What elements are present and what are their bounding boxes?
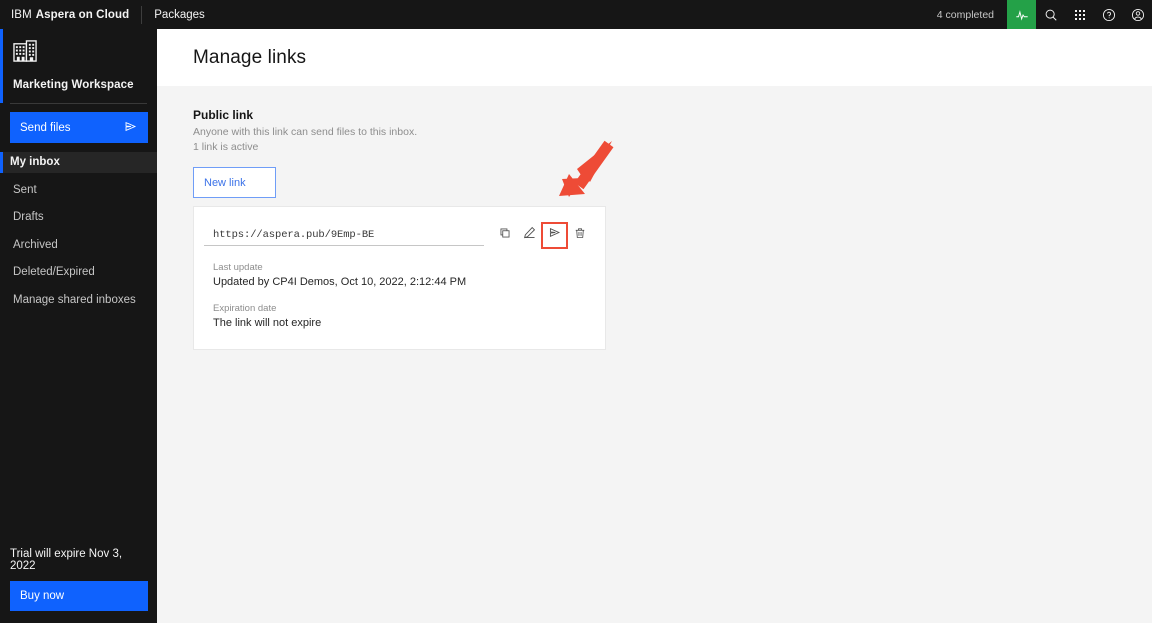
send-icon bbox=[548, 226, 561, 244]
delete-link-button[interactable] bbox=[567, 223, 592, 248]
sidebar-nav-list: My inbox Sent Drafts Archived Deleted/Ex… bbox=[0, 152, 157, 310]
section-description: Anyone with this link can send files to … bbox=[193, 126, 418, 138]
sidebar-item-label: Drafts bbox=[13, 211, 44, 224]
send-files-button[interactable]: Send files bbox=[10, 112, 148, 143]
edit-icon bbox=[523, 226, 536, 244]
help-button[interactable] bbox=[1094, 0, 1123, 29]
sidebar-item-label: Sent bbox=[13, 183, 37, 196]
sidebar-item-my-inbox[interactable]: My inbox bbox=[0, 152, 157, 173]
search-icon bbox=[1044, 8, 1058, 22]
buy-now-button[interactable]: Buy now bbox=[10, 581, 148, 611]
search-icon-button[interactable] bbox=[1036, 0, 1065, 29]
sidebar-item-deleted-expired[interactable]: Deleted/Expired bbox=[0, 262, 157, 283]
link-url-value: https://aspera.pub/9Emp-BE bbox=[213, 228, 375, 241]
last-update-label: Last update bbox=[213, 262, 263, 274]
office-building-icon bbox=[13, 39, 147, 68]
send-files-container: Send files bbox=[0, 104, 157, 152]
main-content: Manage links Public link Anyone with thi… bbox=[157, 29, 1152, 623]
sidebar-item-label: Deleted/Expired bbox=[13, 266, 95, 279]
send-link-button[interactable] bbox=[541, 221, 568, 249]
sidebar-item-label: Manage shared inboxes bbox=[13, 293, 136, 306]
sidebar-footer: Trial will expire Nov 3, 2022 Buy now bbox=[0, 548, 157, 623]
page-title: Manage links bbox=[193, 46, 307, 68]
expiration-date-label: Expiration date bbox=[213, 303, 277, 315]
account-icon bbox=[1131, 8, 1145, 22]
sidebar-item-manage-shared-inboxes[interactable]: Manage shared inboxes bbox=[0, 290, 157, 311]
top-header-bar: IBM Aspera on Cloud Packages 4 completed bbox=[0, 0, 1152, 29]
help-icon bbox=[1102, 8, 1116, 22]
edit-link-button[interactable] bbox=[517, 223, 542, 248]
brand-ibm-text: IBM bbox=[11, 8, 32, 21]
send-icon bbox=[124, 120, 137, 136]
activity-icon-button[interactable] bbox=[1007, 0, 1036, 29]
public-link-card: https://aspera.pub/9Emp-BE Last update U… bbox=[193, 206, 606, 351]
section-title-public-link: Public link bbox=[193, 108, 254, 122]
trial-expiry-label: Trial will expire Nov 3, 2022 bbox=[10, 548, 123, 572]
nav-item-packages[interactable]: Packages bbox=[154, 9, 205, 21]
sidebar-item-label: My inbox bbox=[10, 156, 60, 169]
content-body: Public link Anyone with this link can se… bbox=[157, 86, 1152, 351]
app-switcher-button[interactable] bbox=[1065, 0, 1094, 29]
expiration-date-value: The link will not expire bbox=[213, 317, 322, 330]
copy-icon bbox=[499, 226, 511, 244]
new-link-label: New link bbox=[204, 176, 246, 189]
sidebar-item-drafts[interactable]: Drafts bbox=[0, 207, 157, 228]
workspace-selector[interactable]: Marketing Workspace bbox=[0, 29, 157, 103]
brand-product-text: Aspera on Cloud bbox=[35, 8, 130, 21]
page-header: Manage links bbox=[157, 29, 1152, 86]
copy-link-button[interactable] bbox=[492, 223, 517, 248]
link-action-buttons bbox=[492, 221, 592, 249]
header-actions: 4 completed bbox=[937, 0, 1152, 29]
sidebar-item-sent[interactable]: Sent bbox=[0, 180, 157, 201]
sidebar-item-label: Archived bbox=[13, 238, 58, 251]
link-url-input[interactable]: https://aspera.pub/9Emp-BE bbox=[204, 224, 484, 247]
last-update-value: Updated by CP4I Demos, Oct 10, 2022, 2:1… bbox=[213, 276, 467, 289]
new-link-button[interactable]: New link bbox=[193, 167, 276, 199]
account-button[interactable] bbox=[1123, 0, 1152, 29]
send-files-label: Send files bbox=[20, 121, 71, 134]
link-url-row: https://aspera.pub/9Emp-BE bbox=[204, 221, 592, 249]
delete-icon bbox=[574, 226, 586, 244]
completed-count-label: 4 completed bbox=[936, 8, 994, 21]
app-switcher-icon bbox=[1074, 9, 1085, 20]
activity-icon bbox=[1015, 8, 1029, 22]
sidebar-item-archived[interactable]: Archived bbox=[0, 235, 157, 256]
workspace-name-label: Marketing Workspace bbox=[13, 79, 134, 91]
brand-logo[interactable]: IBM Aspera on Cloud bbox=[0, 0, 129, 29]
active-link-count: 1 link is active bbox=[193, 141, 259, 154]
sidebar: Marketing Workspace Send files My inbox … bbox=[0, 29, 157, 623]
buy-now-label: Buy now bbox=[20, 590, 65, 602]
header-divider bbox=[141, 5, 143, 24]
